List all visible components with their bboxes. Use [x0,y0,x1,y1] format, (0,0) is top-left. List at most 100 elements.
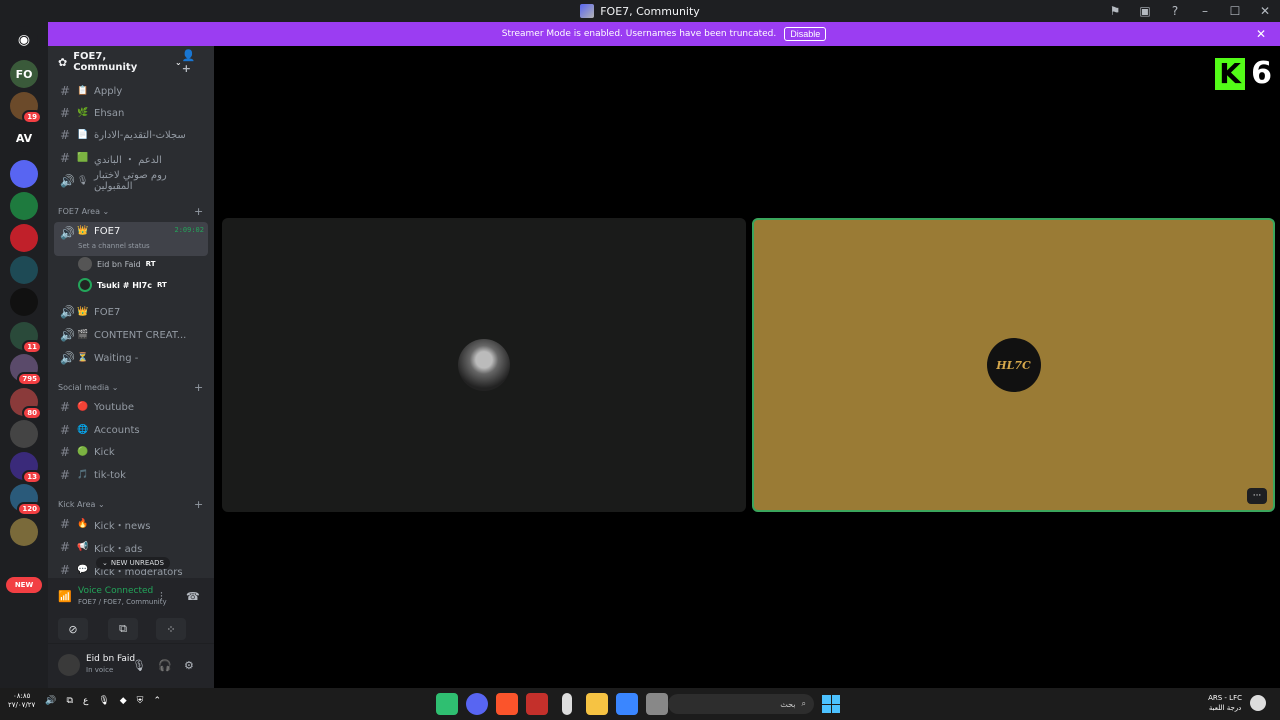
add-channel-icon[interactable]: + [194,205,203,218]
title-bar: FOE7, Community ⚑ ▣ ? – ☐ ✕ [0,0,1280,22]
server-icon[interactable]: 120 [10,484,42,516]
signal-icon[interactable]: 📶 [58,590,72,603]
channel-item[interactable]: # 📢 Kick・ads [54,537,208,557]
channel-item[interactable]: # 🌿 Ehsan [54,103,208,123]
voice-user[interactable]: Tsuki # Hl7c RT [78,276,167,294]
channel-item[interactable]: # 🟢 Kick [54,442,208,462]
channel-item[interactable]: 🔊 👑 FOE7 [54,302,208,322]
category-kick-area[interactable]: Kick Area ⌄ [58,500,105,509]
app-icon[interactable] [646,693,668,715]
server-icon[interactable]: 795 [10,354,42,386]
new-unreads-bar[interactable]: ⌄ NEW UNREADS [96,557,170,569]
chevron-up-icon[interactable]: ⌃ [153,696,161,706]
server-icon[interactable]: FO [10,60,38,88]
add-channel-icon[interactable]: + [194,498,203,511]
headphones-icon[interactable]: 🎧 [158,659,172,672]
discord-app-icon[interactable] [466,693,488,715]
disconnect-icon[interactable]: ☎ [186,590,200,603]
store-app-icon[interactable] [616,693,638,715]
add-channel-icon[interactable]: + [194,381,203,394]
category-social-media[interactable]: Social media ⌄ [58,383,118,392]
server-icon[interactable] [10,518,38,546]
server-icon[interactable]: AV [10,124,38,152]
server-icon[interactable]: 80 [10,388,42,420]
channel-sidebar: ✿ FOE7, Community ⌄ 👤+ # 📋 Apply # 🌿 Ehsan # 📄 س… [48,46,214,688]
channel-item[interactable]: # 🎵 tik-tok [54,465,208,485]
voice-channel-path[interactable]: FOE7 / FOE7, Community [78,598,167,606]
server-icon[interactable] [10,420,38,448]
clock-time: ٠٨:٨٥ [12,692,31,700]
app-icon[interactable] [526,693,548,715]
disable-streamer-button[interactable]: Disable [784,27,827,41]
speaker-icon: 🔊 [60,226,75,240]
new-unreads-pill[interactable]: NEW [6,577,42,593]
language-icon[interactable]: ع [83,696,88,706]
channel-item[interactable]: 🔊 ⏳ Waiting - [54,348,208,368]
channel-item[interactable]: # 📄 سجلات-التقديم-الادارة [54,125,208,145]
mouse-app-icon[interactable] [562,693,572,715]
channel-item[interactable]: # 🔴 Youtube [54,397,208,417]
minimize-button[interactable]: – [1190,4,1220,18]
guild-header[interactable]: ✿ FOE7, Community ⌄ 👤+ [48,46,214,78]
more-options-button[interactable]: ··· [1247,488,1267,504]
kick-logo-icon: K [1215,57,1246,90]
category-foe7-area[interactable]: FOE7 Area ⌄ [58,207,109,216]
close-icon[interactable]: ✕ [1256,27,1266,41]
shield-tray-icon[interactable]: ⛨ [137,696,144,706]
participant-tile[interactable] [222,218,746,512]
channel-status-prompt[interactable]: Set a channel status [78,242,150,250]
server-icon[interactable]: 19 [10,92,42,124]
channel-item[interactable]: # 🔥 Kick・news [54,514,208,534]
server-icon[interactable] [10,256,38,284]
participant-tile-speaking[interactable]: HL7C ··· [752,218,1275,512]
window-controls: ⚑ ▣ ? – ☐ ✕ [1100,0,1280,22]
brave-app-icon[interactable] [496,693,518,715]
noise-suppression-icon[interactable]: ⫶ [160,590,163,604]
chevron-down-icon: ⌄ [100,207,110,216]
taskbar-search[interactable]: بحث ⌕ [668,694,814,714]
file-explorer-icon[interactable] [586,693,608,715]
server-icon[interactable] [10,224,38,252]
activities-button[interactable]: ⁘ [156,618,186,640]
server-label: FO [15,67,33,81]
app-tray-icon[interactable]: ◆ [120,696,127,706]
network-icon[interactable]: ⧉ [67,696,73,706]
app-icon[interactable] [436,693,458,715]
maximize-button[interactable]: ☐ [1220,4,1250,18]
help-icon[interactable]: ? [1160,4,1190,18]
mic-tray-icon[interactable]: 🎙 [98,696,109,706]
server-icon[interactable]: 11 [10,322,42,354]
channel-item[interactable]: 🔊 🎙 روم صوتي لاختبار المقبولين [54,170,208,192]
server-icon[interactable]: 13 [10,452,42,484]
gear-icon[interactable]: ⚙ [184,659,194,672]
volume-icon[interactable]: 🔊 [45,696,56,706]
screen-share-button[interactable]: ⧉ [108,618,138,640]
active-voice-channel[interactable]: 🔊 👑 FOE7 2:09:02 Set a channel status [54,222,208,256]
inbox-icon[interactable]: ▣ [1130,4,1160,18]
microphone-icon[interactable]: 🎙 [132,659,146,672]
camera-off-button[interactable]: ⊘ [58,618,88,640]
weather-icon[interactable] [1250,695,1266,711]
channel-item[interactable]: # 📋 Apply [54,81,208,101]
channel-emoji-icon: 🌿 [77,108,89,118]
server-icon[interactable] [10,160,38,188]
channel-item[interactable]: # 🌐 Accounts [54,420,208,440]
voice-user[interactable]: Eid bn Faid RT [78,255,156,273]
window-title: FOE7, Community [600,4,700,18]
avatar[interactable] [58,654,80,676]
voice-status: Voice Connected [78,586,154,596]
invite-icon[interactable]: 👤+ [182,49,204,75]
channel-item[interactable]: # 🟩 الدعم ・ الباندي [54,148,208,168]
channel-emoji-icon: 🟢 [77,447,89,457]
channel-name: FOE7 [94,226,121,237]
windows-start-icon[interactable] [822,695,840,713]
server-icon[interactable] [10,192,38,220]
discord-home-icon[interactable]: ◉ [10,26,38,54]
channel-item[interactable]: 🔊 🎬 CONTENT CREAT... [54,325,208,345]
flag-icon[interactable]: ⚑ [1100,4,1130,18]
clock[interactable]: ٠٨:٨٥ ٢٧/٠٧/٢٧ [8,692,35,710]
channel-emoji-icon: 🌐 [77,425,89,435]
server-icon[interactable] [10,288,38,316]
close-window-button[interactable]: ✕ [1250,4,1280,18]
weather-widget[interactable]: ARS - LFC درجة اللعبة [1208,693,1242,713]
